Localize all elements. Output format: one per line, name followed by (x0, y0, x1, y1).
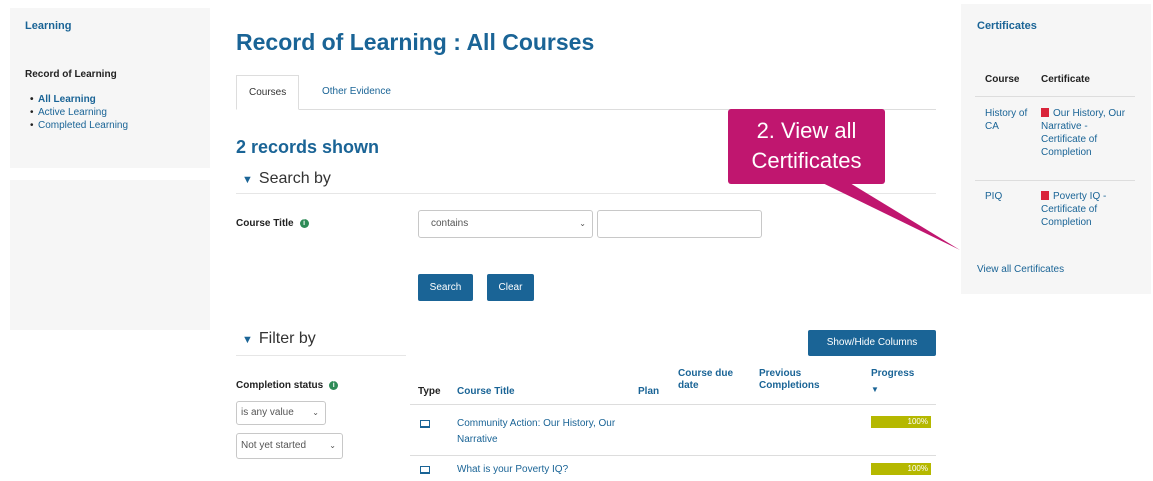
callout-annotation: 2. View all Certificates (728, 109, 885, 184)
callout-pointer (800, 172, 960, 250)
